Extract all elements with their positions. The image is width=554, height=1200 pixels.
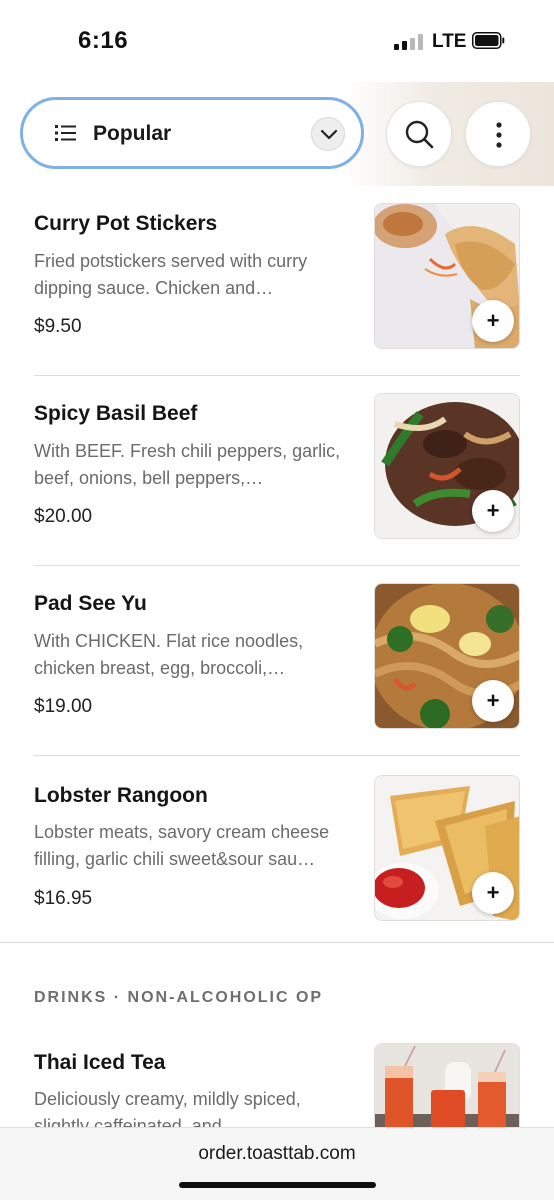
url-text[interactable]: order.toasttab.com	[0, 1143, 554, 1165]
chevron-down-icon[interactable]	[311, 117, 345, 151]
list-icon	[55, 125, 76, 141]
add-to-cart-button[interactable]: +	[472, 300, 514, 342]
menu-group-select[interactable]: Popular	[20, 97, 364, 169]
item-photo-curry-pot-stickers[interactable]: +	[374, 203, 520, 349]
signal-icon	[394, 34, 424, 50]
menu-item[interactable]: Curry Pot Stickers Fried potstickers ser…	[0, 186, 554, 376]
home-indicator	[179, 1182, 376, 1188]
menu-item[interactable]: Spicy Basil Beef With BEEF. Fresh chili …	[0, 376, 554, 566]
menu-item[interactable]: Lobster Rangoon Lobster meats, savory cr…	[0, 756, 554, 946]
item-name[interactable]: Thai Iced Tea	[34, 1051, 166, 1075]
item-photo-thai-iced-tea[interactable]	[374, 1043, 520, 1133]
more-vertical-icon	[496, 122, 502, 148]
network-label: LTE	[432, 31, 467, 52]
item-name: Spicy Basil Beef	[34, 402, 198, 425]
menu-group-label: Popular	[93, 122, 172, 145]
search-button[interactable]	[386, 101, 452, 167]
item-photo-spicy-basil-beef[interactable]: +	[374, 393, 520, 539]
item-description: With BEEF. Fresh chili peppers, garlic, …	[34, 441, 341, 488]
add-to-cart-button[interactable]: +	[472, 680, 514, 722]
battery-icon	[472, 32, 505, 49]
item-description: With CHICKEN. Flat rice noodles, chicken…	[34, 631, 304, 678]
status-bar: 6:16 LTE	[0, 0, 554, 82]
menu-header: Popular	[0, 82, 554, 186]
item-price: $16.95	[34, 888, 93, 909]
item-name: Curry Pot Stickers	[34, 212, 218, 235]
item-price: $9.50	[34, 316, 82, 337]
status-time: 6:16	[78, 27, 129, 54]
section-title: DRINKS · NON-ALCOHOLIC OP	[34, 989, 324, 1006]
more-options-button[interactable]	[465, 101, 531, 167]
search-icon	[405, 120, 434, 149]
item-price: $20.00	[34, 506, 93, 527]
browser-address-bar[interactable]: order.toasttab.com	[0, 1127, 554, 1200]
item-photo-lobster-rangoon[interactable]: +	[374, 775, 520, 921]
section-divider	[0, 942, 554, 943]
menu-item[interactable]: Pad See Yu With CHICKEN. Flat rice noodl…	[0, 566, 554, 756]
item-name: Pad See Yu	[34, 592, 147, 615]
item-price: $19.00	[34, 696, 93, 717]
add-to-cart-button[interactable]: +	[472, 490, 514, 532]
add-to-cart-button[interactable]: +	[472, 872, 514, 914]
item-description: Lobster meats, savory cream cheese filli…	[34, 822, 330, 869]
item-photo-pad-see-yu[interactable]: +	[374, 583, 520, 729]
item-description: Fried potstickers served with curry dipp…	[34, 251, 308, 298]
item-name: Lobster Rangoon	[34, 784, 208, 807]
